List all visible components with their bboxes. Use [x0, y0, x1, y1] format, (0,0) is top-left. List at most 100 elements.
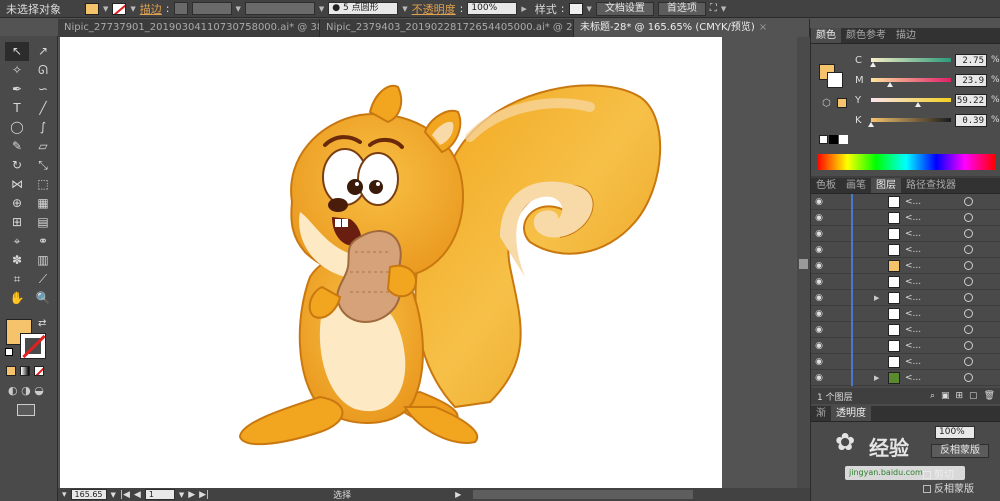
stroke-indicator[interactable] [827, 72, 843, 88]
next-artboard-icon[interactable]: ▶ [188, 490, 195, 500]
visibility-eye-icon[interactable]: ◉ [811, 277, 827, 287]
horizontal-scrollbar[interactable] [473, 490, 694, 499]
variable-width-field[interactable] [191, 2, 232, 15]
prev-artboard-icon[interactable]: ◀ [134, 490, 141, 500]
layer-row[interactable]: ◉ <... [811, 322, 1000, 338]
tab-swatches[interactable]: 色板 [811, 178, 841, 193]
chevron-down-icon[interactable]: ▼ [130, 5, 135, 13]
chevron-right-icon[interactable]: ▶ [455, 490, 461, 499]
squirrel-illustration[interactable] [60, 37, 722, 488]
layer-row[interactable]: ◉ <... [811, 226, 1000, 242]
stroke-label[interactable]: 描边 [140, 1, 162, 17]
target-circle-icon[interactable] [964, 197, 973, 206]
first-artboard-icon[interactable]: |◀ [120, 490, 130, 500]
visibility-eye-icon[interactable]: ◉ [811, 197, 827, 207]
layer-row[interactable]: ◉ <... ▶ [811, 290, 1000, 306]
visibility-eye-icon[interactable]: ◉ [811, 309, 827, 319]
chevron-down-icon[interactable]: ▼ [236, 5, 241, 13]
zoom-field[interactable]: 165.65 [70, 489, 107, 500]
tab-document-active[interactable]: 未标题-28* @ 165.65% (CMYK/预览) × [574, 19, 810, 37]
symbol-sprayer-tool[interactable]: ✽ [5, 251, 29, 270]
slider-knob[interactable] [915, 102, 922, 107]
none-mode-icon[interactable] [34, 366, 44, 376]
layer-name[interactable]: <... [905, 213, 921, 223]
stroke-color-box[interactable] [20, 333, 46, 359]
visibility-eye-icon[interactable]: ◉ [811, 357, 827, 367]
color-mode-icon[interactable] [6, 366, 16, 376]
channel-value-field[interactable]: 59.22 [955, 93, 987, 107]
visibility-eye-icon[interactable]: ◉ [811, 229, 827, 239]
blend-tool[interactable]: ⚭ [31, 232, 55, 251]
close-icon[interactable]: × [759, 19, 767, 37]
target-circle-icon[interactable] [964, 357, 973, 366]
color-spectrum[interactable] [817, 154, 995, 170]
white-swatch[interactable] [839, 135, 848, 144]
last-artboard-icon[interactable]: ▶| [199, 490, 209, 500]
layer-row[interactable]: ◉ <... [811, 242, 1000, 258]
target-circle-icon[interactable] [964, 325, 973, 334]
column-graph-tool[interactable]: ▥ [31, 251, 55, 270]
hand-tool[interactable]: ✋ [5, 289, 29, 308]
visibility-eye-icon[interactable]: ◉ [811, 293, 827, 303]
paintbrush-tool[interactable]: ∫ [31, 118, 55, 137]
layer-name[interactable]: <... [905, 293, 921, 303]
screen-mode-icon[interactable] [17, 404, 35, 416]
chevron-right-icon[interactable]: ▶ [521, 5, 526, 13]
channel-value-field[interactable]: 23.9 [955, 73, 987, 87]
chevron-down-icon[interactable]: ▼ [319, 5, 324, 13]
visibility-eye-icon[interactable]: ◉ [811, 341, 827, 351]
visibility-eye-icon[interactable]: ◉ [811, 373, 827, 383]
slider-track-c[interactable] [870, 58, 951, 67]
target-circle-icon[interactable] [964, 229, 973, 238]
layer-row[interactable]: ◉ <... ▶ [811, 370, 1000, 386]
visibility-eye-icon[interactable]: ◉ [811, 261, 827, 271]
chevron-down-icon[interactable]: ▼ [721, 5, 726, 13]
line-tool[interactable]: ╱ [31, 99, 55, 118]
artboard-tool[interactable]: ⌗ [5, 270, 29, 289]
perspective-grid-tool[interactable]: ▦ [31, 194, 55, 213]
chevron-down-icon[interactable]: ▼ [587, 5, 592, 13]
pen-tool[interactable]: ✒ [5, 80, 29, 99]
slider-knob[interactable] [868, 122, 875, 127]
layer-name[interactable]: <... [905, 245, 921, 255]
tab-gradient[interactable]: 渐 [811, 406, 831, 421]
visibility-eye-icon[interactable]: ◉ [811, 213, 827, 223]
layer-name[interactable]: <... [905, 325, 921, 335]
layer-row[interactable]: ◉ <... [811, 194, 1000, 210]
target-circle-icon[interactable] [964, 277, 973, 286]
tab-document-1[interactable]: Nipic_27737901_20190304110730758000.ai* … [58, 19, 320, 37]
tab-stroke[interactable]: 描边 [891, 28, 921, 43]
slider-track-k[interactable] [868, 118, 951, 127]
layer-row[interactable]: ◉ <... [811, 306, 1000, 322]
target-circle-icon[interactable] [964, 341, 973, 350]
tab-pathfinder[interactable]: 路径查找器 [901, 178, 961, 193]
layer-row[interactable]: ◉ <... [811, 354, 1000, 370]
document-setup-button[interactable]: 文档设置 [595, 1, 654, 16]
tab-brushes[interactable]: 画笔 [841, 178, 871, 193]
layer-name[interactable]: <... [905, 197, 921, 207]
shape-builder-tool[interactable]: ⊕ [5, 194, 29, 213]
layer-row[interactable]: ◉ <... [811, 274, 1000, 290]
layer-row[interactable]: ◉ <... [811, 258, 1000, 274]
delete-layer-icon[interactable]: 🗑 [984, 391, 995, 401]
stroke-weight-field[interactable] [173, 2, 188, 15]
stroke-profile-field[interactable] [244, 2, 315, 15]
black-swatch[interactable] [829, 135, 838, 144]
target-circle-icon[interactable] [964, 261, 973, 270]
new-sublayer-icon[interactable]: ⊞ [956, 391, 964, 401]
zoom-menu-icon[interactable]: ▾ [62, 490, 67, 500]
layer-row[interactable]: ◉ <... [811, 338, 1000, 354]
layer-name[interactable]: <... [905, 261, 921, 271]
ellipse-tool[interactable]: ◯ [5, 118, 29, 137]
fill-swatch[interactable] [85, 2, 99, 15]
tab-document-2[interactable]: Nipic_2379403_20190228172654405000.ai* @… [320, 19, 574, 37]
free-transform-tool[interactable]: ⬚ [31, 175, 55, 194]
make-mask-button[interactable]: 反相蒙版 [931, 444, 989, 458]
type-tool[interactable]: T [5, 99, 29, 118]
target-circle-icon[interactable] [964, 245, 973, 254]
target-circle-icon[interactable] [964, 293, 973, 302]
slider-track-y[interactable] [871, 98, 951, 107]
layer-name[interactable]: <... [905, 373, 921, 383]
layer-name[interactable]: <... [905, 357, 921, 367]
curvature-tool[interactable]: ∽ [31, 80, 55, 99]
